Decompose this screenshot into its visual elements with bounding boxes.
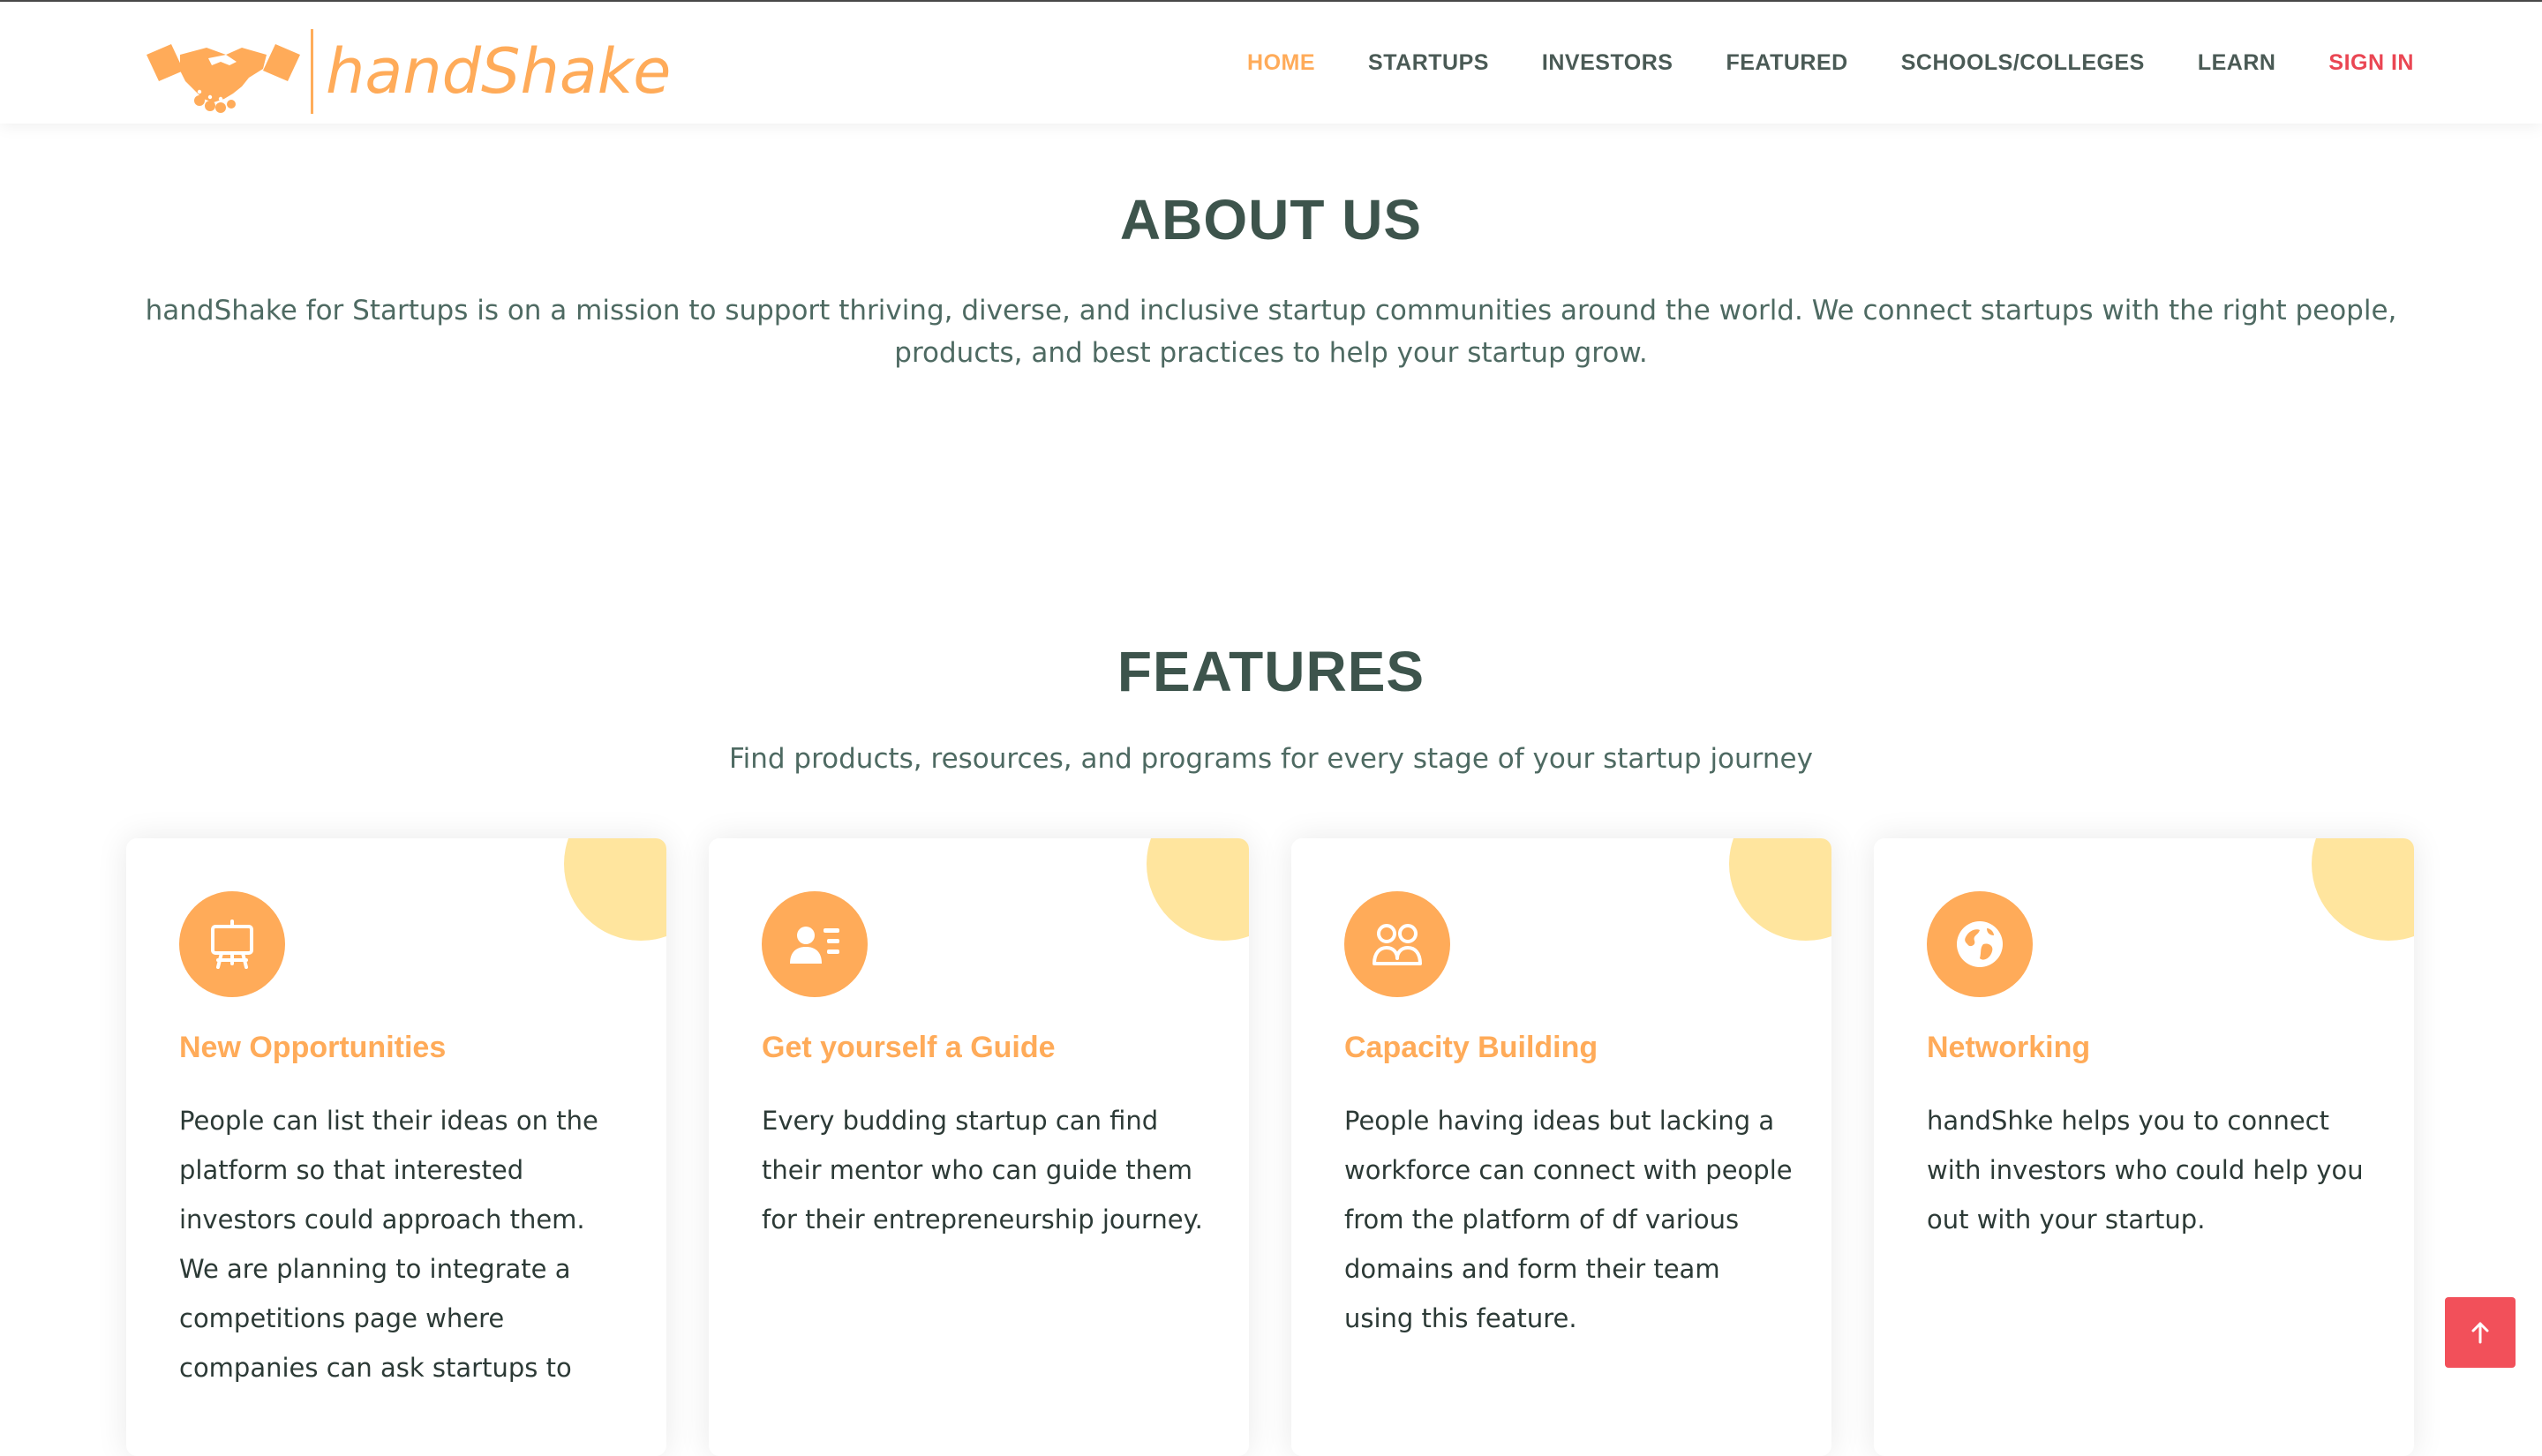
features-grid: New Opportunities People can list their … [126,838,2415,1456]
card-text: handShke helps you to connect with inves… [1927,1106,2364,1235]
features-subtitle: Find products, resources, and programs f… [729,743,1813,775]
main-nav: HOME STARTUPS INVESTORS FEATURED SCHOOLS… [1194,2,2414,124]
features-title: FEATURES [1117,640,1425,703]
nav-sign-in[interactable]: SIGN IN [2328,50,2414,76]
back-to-top-button[interactable] [2445,1297,2516,1368]
card-corner-decoration [1729,838,1831,941]
nav-startups[interactable]: STARTUPS [1368,50,1489,76]
people-icon [1344,891,1450,997]
nav-schools-colleges[interactable]: SCHOOLS/COLLEGES [1901,50,2145,76]
feature-card-new-opportunities: New Opportunities People can list their … [126,838,666,1456]
card-title: Networking [1927,1031,2091,1064]
person-card-icon [762,891,868,997]
card-corner-decoration [2312,838,2414,941]
card-text: People having ideas but lacking a workfo… [1344,1106,1793,1333]
card-title: Get yourself a Guide [762,1031,1056,1064]
presentation-board-icon [179,891,285,997]
brand-logo[interactable]: handShake [145,28,671,115]
card-text: People can list their ideas on the platf… [179,1106,598,1383]
nav-featured[interactable]: FEATURED [1726,50,1847,76]
about-text: handShake for Startups is on a mission t… [145,295,2397,369]
site-header: handShake HOME STARTUPS INVESTORS FEATUR… [0,2,2542,124]
feature-card-capacity-building: Capacity Building People having ideas bu… [1291,838,1831,1456]
card-corner-decoration [1147,838,1249,941]
card-corner-decoration [564,838,666,941]
card-text: Every budding startup can find their men… [762,1106,1203,1235]
nav-investors[interactable]: INVESTORS [1542,50,1673,76]
globe-icon [1927,891,2033,997]
arrow-up-icon [2471,1322,2489,1344]
about-title: ABOUT US [1119,188,1423,251]
feature-card-networking: Networking handShke helps you to connect… [1874,838,2414,1456]
logo-divider [311,29,313,114]
nav-learn[interactable]: LEARN [2198,50,2276,76]
card-title: New Opportunities [179,1031,447,1064]
handshake-icon [147,44,300,113]
card-title: Capacity Building [1344,1031,1598,1064]
brand-name: handShake [326,35,672,108]
nav-home[interactable]: HOME [1247,50,1315,76]
feature-card-guide: Get yourself a Guide Every budding start… [709,838,1249,1456]
